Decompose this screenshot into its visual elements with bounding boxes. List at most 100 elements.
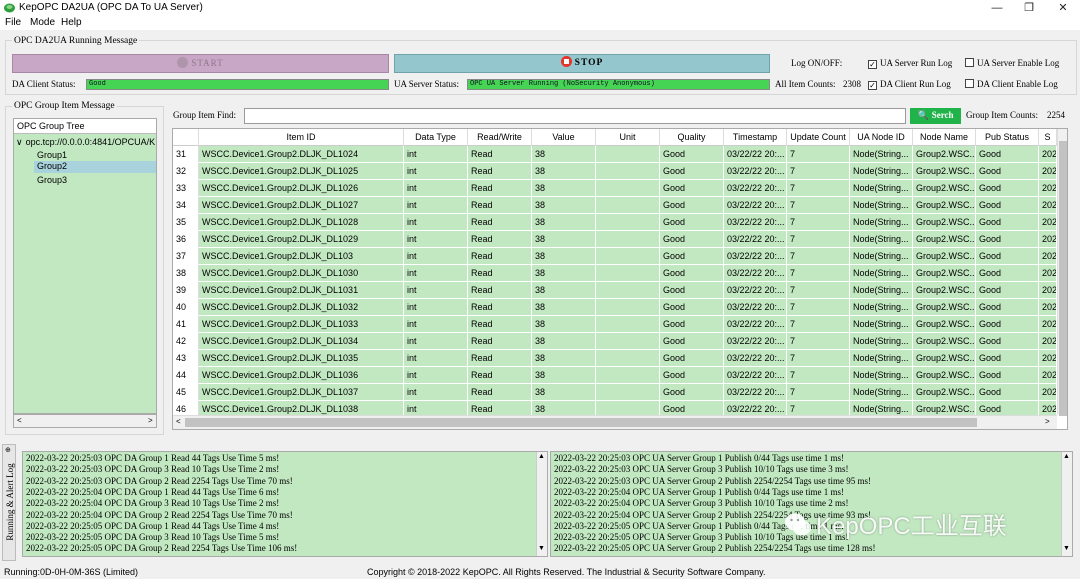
scroll-down-icon[interactable]: ▼ (1063, 545, 1070, 552)
cell-timestamp[interactable]: 03/22/22 20:... (724, 163, 787, 180)
table-row[interactable]: 39 WSCC.Device1.Group2.DLJK_DL1031 int Read… (173, 282, 1057, 299)
start-button[interactable]: START (12, 54, 389, 73)
cell-update-count[interactable]: 7 (787, 265, 850, 282)
cell-pub-status[interactable]: Good (976, 350, 1039, 367)
cell-s[interactable]: 202 (1039, 384, 1057, 401)
cell-row-number[interactable]: 45 (173, 384, 199, 401)
menu-help[interactable]: Help (61, 17, 82, 28)
cell-value[interactable]: 38 (532, 350, 596, 367)
cell-s[interactable]: 202 (1039, 265, 1057, 282)
cell-s[interactable]: 202 (1039, 333, 1057, 350)
cell-ua-node-id[interactable]: Node(String... (850, 214, 913, 231)
cell-value[interactable]: 38 (532, 384, 596, 401)
cell-s[interactable]: 202 (1039, 231, 1057, 248)
cell-ua-node-id[interactable]: Node(String... (850, 231, 913, 248)
cell-ua-node-id[interactable]: Node(String... (850, 146, 913, 163)
cell-timestamp[interactable]: 03/22/22 20:... (724, 146, 787, 163)
cell-ua-node-id[interactable]: Node(String... (850, 350, 913, 367)
cell-unit[interactable] (596, 282, 660, 299)
cell-quality[interactable]: Good (660, 299, 724, 316)
cell-row-number[interactable]: 41 (173, 316, 199, 333)
cell-quality[interactable]: Good (660, 316, 724, 333)
column-header-s[interactable]: S (1039, 129, 1057, 146)
column-header-quality[interactable]: Quality (660, 129, 724, 146)
cell-pub-status[interactable]: Good (976, 197, 1039, 214)
cell-ua-node-id[interactable]: Node(String... (850, 248, 913, 265)
cell-pub-status[interactable]: Good (976, 333, 1039, 350)
cell-timestamp[interactable]: 03/22/22 20:... (724, 367, 787, 384)
expand-icon[interactable]: ∨ (16, 137, 23, 147)
column-header-unit[interactable]: Unit (596, 129, 660, 146)
cell-quality[interactable]: Good (660, 384, 724, 401)
cell-s[interactable]: 202 (1039, 282, 1057, 299)
cell-s[interactable]: 202 (1039, 350, 1057, 367)
cell-ua-node-id[interactable]: Node(String... (850, 299, 913, 316)
cell-node-name[interactable]: Group2.WSC... (913, 367, 976, 384)
cell-quality[interactable]: Good (660, 146, 724, 163)
cell-data-type[interactable]: int (404, 282, 468, 299)
cell-item-id[interactable]: WSCC.Device1.Group2.DLJK_DL1025 (199, 163, 404, 180)
cell-row-number[interactable]: 40 (173, 299, 199, 316)
cell-quality[interactable]: Good (660, 367, 724, 384)
cell-quality[interactable]: Good (660, 163, 724, 180)
cell-item-id[interactable]: WSCC.Device1.Group2.DLJK_DL103 (199, 248, 404, 265)
column-header-item-id[interactable]: Item ID (199, 129, 404, 146)
close-button[interactable]: ✕ (1046, 0, 1080, 16)
cell-quality[interactable]: Good (660, 350, 724, 367)
table-row[interactable]: 35 WSCC.Device1.Group2.DLJK_DL1028 int Read… (173, 214, 1057, 231)
column-header-data-type[interactable]: Data Type (404, 129, 468, 146)
tree-item-group3[interactable]: Group3 (37, 175, 67, 185)
cell-timestamp[interactable]: 03/22/22 20:... (724, 214, 787, 231)
cell-value[interactable]: 38 (532, 367, 596, 384)
cell-unit[interactable] (596, 384, 660, 401)
cell-item-id[interactable]: WSCC.Device1.Group2.DLJK_DL1031 (199, 282, 404, 299)
cell-row-number[interactable]: 32 (173, 163, 199, 180)
cell-unit[interactable] (596, 231, 660, 248)
cell-ua-node-id[interactable]: Node(String... (850, 367, 913, 384)
cell-data-type[interactable]: int (404, 231, 468, 248)
grid-vertical-scroll-thumb[interactable] (1059, 141, 1067, 416)
cell-ua-node-id[interactable]: Node(String... (850, 180, 913, 197)
cell-unit[interactable] (596, 163, 660, 180)
cell-value[interactable]: 38 (532, 299, 596, 316)
cell-node-name[interactable]: Group2.WSC... (913, 197, 976, 214)
cell-row-number[interactable]: 39 (173, 282, 199, 299)
cell-item-id[interactable]: WSCC.Device1.Group2.DLJK_DL1028 (199, 214, 404, 231)
cell-item-id[interactable]: WSCC.Device1.Group2.DLJK_DL1027 (199, 197, 404, 214)
scroll-up-icon[interactable]: ▲ (538, 453, 545, 460)
cell-unit[interactable] (596, 197, 660, 214)
cell-timestamp[interactable]: 03/22/22 20:... (724, 350, 787, 367)
cell-unit[interactable] (596, 180, 660, 197)
cell-update-count[interactable]: 7 (787, 180, 850, 197)
cell-quality[interactable]: Good (660, 282, 724, 299)
cell-node-name[interactable]: Group2.WSC... (913, 299, 976, 316)
cell-item-id[interactable]: WSCC.Device1.Group2.DLJK_DL1029 (199, 231, 404, 248)
cell-value[interactable]: 38 (532, 248, 596, 265)
cell-data-type[interactable]: int (404, 299, 468, 316)
table-row[interactable]: 40 WSCC.Device1.Group2.DLJK_DL1032 int Read… (173, 299, 1057, 316)
cell-node-name[interactable]: Group2.WSC... (913, 163, 976, 180)
cell-timestamp[interactable]: 03/22/22 20:... (724, 180, 787, 197)
cell-update-count[interactable]: 7 (787, 367, 850, 384)
cell-value[interactable]: 38 (532, 180, 596, 197)
cell-row-number[interactable]: 35 (173, 214, 199, 231)
cell-read-write[interactable]: Read (468, 367, 532, 384)
cell-unit[interactable] (596, 299, 660, 316)
cell-update-count[interactable]: 7 (787, 299, 850, 316)
cell-pub-status[interactable]: Good (976, 265, 1039, 282)
cell-node-name[interactable]: Group2.WSC... (913, 350, 976, 367)
cell-timestamp[interactable]: 03/22/22 20:... (724, 231, 787, 248)
cell-s[interactable]: 202 (1039, 146, 1057, 163)
group-tree[interactable]: OPC Group Tree ∨ opc.tcp://0.0.0.0:4841/O… (13, 118, 157, 414)
cell-value[interactable]: 38 (532, 282, 596, 299)
table-row[interactable]: 44 WSCC.Device1.Group2.DLJK_DL1036 int Read… (173, 367, 1057, 384)
cell-value[interactable]: 38 (532, 163, 596, 180)
cell-update-count[interactable]: 7 (787, 248, 850, 265)
cell-value[interactable]: 38 (532, 231, 596, 248)
cell-read-write[interactable]: Read (468, 180, 532, 197)
cell-quality[interactable]: Good (660, 265, 724, 282)
cell-pub-status[interactable]: Good (976, 163, 1039, 180)
cell-node-name[interactable]: Group2.WSC... (913, 180, 976, 197)
cell-timestamp[interactable]: 03/22/22 20:... (724, 265, 787, 282)
cell-read-write[interactable]: Read (468, 231, 532, 248)
